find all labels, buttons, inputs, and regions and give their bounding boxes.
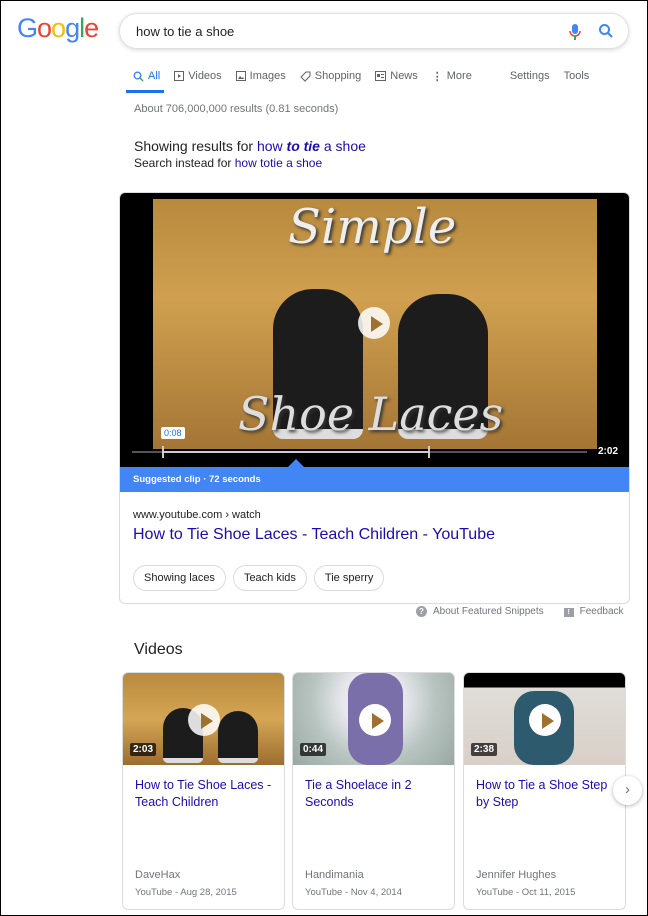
progress-bar[interactable] [132,446,587,458]
original-query-link[interactable]: how totie a shoe [235,156,322,170]
active-tab-indicator [126,90,164,93]
tab-images[interactable]: Images [235,69,286,83]
help-icon: ? [416,606,427,617]
search-instead: Search instead for how totie a shoe [134,156,323,170]
tab-videos[interactable]: Videos [174,69,222,83]
news-icon [375,71,387,81]
play-icon [188,704,220,736]
settings-link[interactable]: Settings [510,69,550,83]
snippet-footer: ? About Featured Snippets ! Feedback [416,606,624,617]
video-card[interactable]: 2:38 How to Tie a Shoe Step by Step Jenn… [463,672,626,910]
play-icon [359,704,391,736]
tab-news[interactable]: News [375,69,418,83]
video-thumbnail[interactable]: 2:38 [464,673,625,765]
video-title-link[interactable]: How to Tie Shoe Laces - Teach Children [135,777,277,811]
showing-results: Showing results for how to tie a shoe [134,138,366,154]
about-featured-snippets-link[interactable]: ? About Featured Snippets [416,606,544,617]
feedback-icon: ! [563,608,574,617]
featured-snippet: Simple Shoe Laces 0:08 2:02 Suggested cl… [119,192,630,604]
more-vert-icon: ⋮ [431,70,443,83]
tab-shopping[interactable]: Shopping [300,69,361,83]
video-thumbnail[interactable]: 0:44 [293,673,454,765]
microphone-icon[interactable] [568,23,582,41]
videos-heading: Videos [134,641,183,658]
tag-icon [300,71,311,82]
video-card[interactable]: 0:44 Tie a Shoelace in 2 Seconds Handima… [292,672,455,910]
suggested-clip-bar: Suggested clip · 72 seconds [120,459,629,492]
video-icon [174,71,185,81]
video-thumbnail[interactable]: 2:03 [123,673,284,765]
tab-all[interactable]: All [133,69,160,83]
video-title-link[interactable]: Tie a Shoelace in 2 Seconds [305,777,447,811]
video-player[interactable]: Simple Shoe Laces 0:08 2:02 [120,193,629,467]
image-icon [235,71,246,81]
video-duration: 2:02 [598,446,619,457]
chevron-right-icon: › [625,781,630,798]
chip[interactable]: Tie sperry [313,565,385,591]
play-icon[interactable] [358,307,390,339]
corrected-query-link[interactable]: how to tie a shoe [257,138,366,154]
feedback-link[interactable]: ! Feedback [563,606,624,617]
video-thumbnail[interactable]: Simple Shoe Laces [153,199,597,449]
search-input[interactable]: how to tie a shoe [136,24,234,39]
search-icon [133,71,144,81]
chip[interactable]: Teach kids [232,565,307,591]
result-url: www.youtube.com › watch [133,509,261,521]
tools-link[interactable]: Tools [564,69,590,83]
play-icon [529,704,561,736]
search-box[interactable]: how to tie a shoe [119,13,629,49]
google-logo[interactable]: Google [17,13,99,44]
clip-start-marker: 0:08 [161,427,185,439]
video-title-link[interactable]: How to Tie a Shoe Step by Step [476,777,618,811]
search-icon[interactable] [598,23,614,39]
result-title-link[interactable]: How to Tie Shoe Laces - Teach Children -… [133,526,495,544]
search-tabs: All Videos Images Shopping News ⋮ More Se… [133,69,603,83]
video-card[interactable]: 2:03 How to Tie Shoe Laces - Teach Child… [122,672,285,910]
next-arrow-button[interactable]: › [613,776,642,805]
result-stats: About 706,000,000 results (0.81 seconds) [134,103,339,115]
tab-more[interactable]: ⋮ More [432,69,472,83]
chip[interactable]: Showing laces [133,565,226,591]
related-chips: Showing laces Teach kids Tie sperry [133,565,385,591]
